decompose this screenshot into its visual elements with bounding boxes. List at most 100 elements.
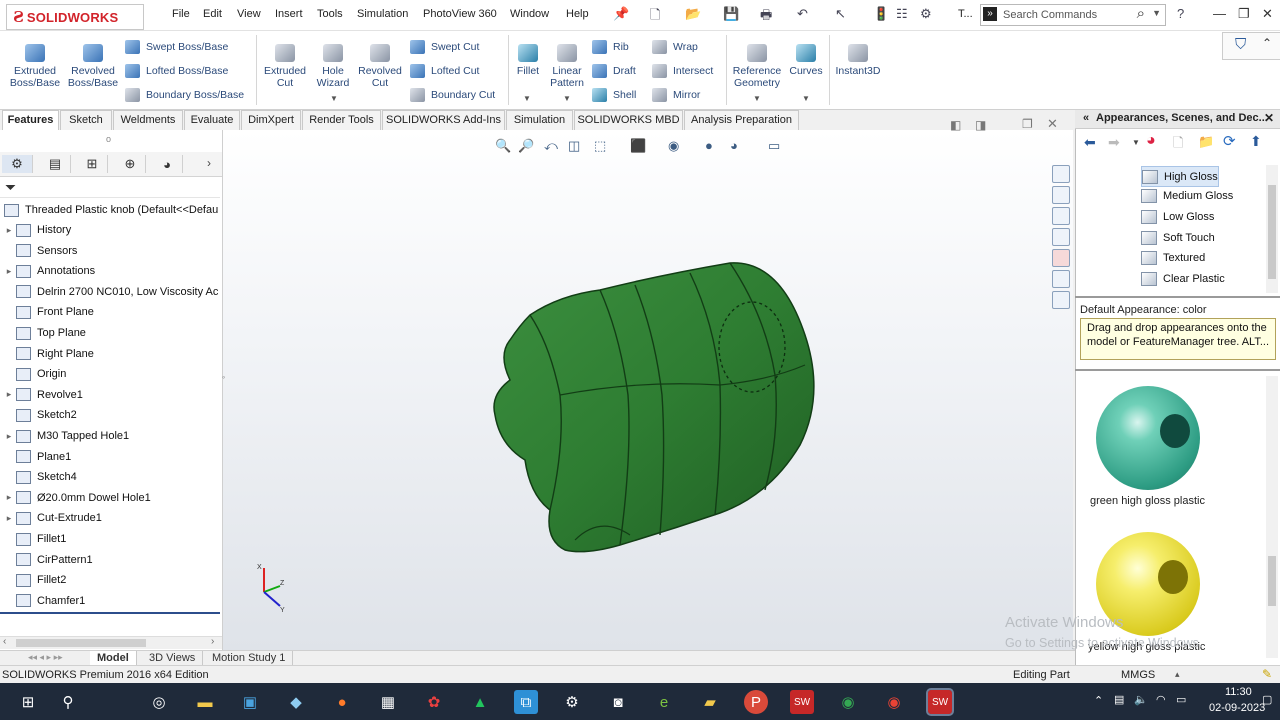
section-view-icon[interactable]: ◫	[568, 138, 580, 154]
forum-icon[interactable]	[1052, 291, 1070, 309]
tab-model[interactable]: Model	[90, 651, 137, 665]
configuration-manager-icon[interactable]: ⊞	[77, 155, 108, 173]
swatch-green-label[interactable]: green high gloss plastic	[1090, 495, 1205, 507]
menu-window[interactable]: Window	[510, 8, 549, 20]
appearances-icon[interactable]: ◕	[1146, 132, 1156, 150]
clock-date[interactable]: 02-09-2023	[1209, 702, 1265, 714]
tree-item[interactable]: Sketch2	[0, 405, 220, 425]
tree-root[interactable]: Threaded Plastic knob (Default<<Defau	[0, 200, 220, 220]
dimxpert-manager-icon[interactable]: ⊕	[115, 155, 146, 173]
volume-icon[interactable]: 🔈	[1134, 693, 1148, 706]
camera-icon[interactable]: ◙	[606, 690, 630, 714]
tab-evaluate[interactable]: Evaluate	[184, 110, 240, 130]
horizontal-scrollbar[interactable]: ‹ ›	[0, 636, 222, 649]
minimize-button[interactable]: —	[1213, 6, 1226, 21]
options-icon[interactable]: ⚙	[920, 6, 932, 24]
task-pane-collapse-icon[interactable]: «	[1083, 112, 1089, 124]
expand-arrow-icon[interactable]: ▸	[2, 492, 16, 503]
zoom-to-fit-icon[interactable]: 🔍	[495, 138, 511, 154]
curves-dropdown-icon[interactable]: ▼	[802, 94, 810, 103]
edge-icon[interactable]: e	[652, 690, 676, 714]
appearance-item[interactable]: Medium Gloss	[1141, 187, 1233, 206]
tree-item[interactable]: Sensors	[0, 241, 220, 261]
collapse-icon[interactable]: ⌃	[1262, 36, 1272, 50]
tree-item[interactable]: Chamfer1	[0, 591, 220, 611]
close-button[interactable]: ✕	[1262, 6, 1273, 22]
extruded-cut-button[interactable]: Extruded Cut	[260, 44, 310, 89]
revolved-cut-button[interactable]: Revolved Cut	[356, 44, 404, 89]
display-manager-icon[interactable]: ◕	[152, 155, 183, 173]
search-input[interactable]: Search Commands	[1003, 9, 1097, 21]
tab-3d-views[interactable]: 3D Views	[142, 651, 204, 665]
select-icon[interactable]: ↖	[835, 6, 846, 24]
tree-item[interactable]: Fillet1	[0, 529, 220, 549]
folder-taskbar-icon[interactable]: ▰	[698, 690, 722, 714]
tree-item[interactable]: Delrin 2700 NC010, Low Viscosity Ac	[0, 282, 220, 302]
boundary-cut-button[interactable]: Boundary Cut	[410, 87, 495, 103]
cortana-icon[interactable]: ◎	[147, 690, 171, 714]
menu-file[interactable]: File	[172, 8, 190, 20]
tree-item[interactable]: ▸ M30 Tapped Hole1	[0, 426, 220, 446]
wrap-button[interactable]: Wrap	[652, 39, 698, 55]
viewport-tile2-icon[interactable]: ◨	[975, 118, 986, 132]
view-settings-icon[interactable]: ▭	[768, 138, 780, 154]
dynamic-annotation-icon[interactable]: ⬚	[594, 138, 606, 154]
swatch-green-ball[interactable]	[1096, 386, 1200, 490]
back-icon[interactable]: ⬅	[1084, 134, 1096, 151]
tab-sketch[interactable]: Sketch	[60, 110, 112, 130]
hole-wizard-button[interactable]: Hole Wizard	[312, 44, 354, 89]
status-units[interactable]: MMGS	[1121, 669, 1155, 681]
mirror-button[interactable]: Mirror	[652, 87, 700, 103]
expand-arrow-icon[interactable]: ▸	[2, 431, 16, 442]
solidworks-logo[interactable]: Ƨ SOLIDWORKS	[6, 4, 144, 30]
refresh-icon[interactable]: ⟳	[1223, 132, 1236, 150]
tab-simulation[interactable]: Simulation	[506, 110, 573, 130]
tab-features[interactable]: Features	[2, 110, 59, 130]
tree-item[interactable]: ▸ Revolve1	[0, 385, 220, 405]
fillet-dropdown-icon[interactable]: ▼	[523, 94, 531, 103]
swept-cut-button[interactable]: Swept Cut	[410, 39, 479, 55]
zoom-area-icon[interactable]: 🔎	[518, 138, 534, 154]
menu-edit[interactable]: Edit	[203, 8, 222, 20]
pane-divider[interactable]	[1075, 296, 1280, 298]
tree-item[interactable]: CirPattern1	[0, 550, 220, 570]
print-icon[interactable]: 🖶	[760, 6, 772, 24]
previous-view-icon[interactable]: ⤺	[544, 138, 558, 154]
save-icon[interactable]: 💾	[723, 6, 739, 24]
up-icon[interactable]: ⬆	[1250, 133, 1262, 150]
reference-geometry-dropdown-icon[interactable]: ▼	[753, 94, 761, 103]
tab-dimxpert[interactable]: DimXpert	[241, 110, 301, 130]
triangle-app-icon[interactable]: ▲	[468, 690, 492, 714]
units-dropdown-icon[interactable]: ▴	[1175, 669, 1180, 680]
hide-show-icon[interactable]: ●	[705, 138, 713, 153]
tab-scroll-icon[interactable]: ◂◂ ◂ ▸ ▸▸	[28, 652, 63, 663]
solidworks-2016-icon[interactable]: SW	[790, 690, 814, 714]
tree-item[interactable]: ▸ Cut-Extrude1	[0, 508, 220, 528]
snipping-tool-icon[interactable]: ⧉	[514, 690, 538, 714]
photos-app-icon[interactable]: ◆	[284, 690, 308, 714]
appearance-list-scrollbar[interactable]	[1266, 165, 1278, 293]
viewport-close-icon[interactable]: ✕	[1047, 116, 1058, 132]
menu-photoview[interactable]: PhotoView 360	[423, 8, 497, 20]
tab-render-tools[interactable]: Render Tools	[302, 110, 381, 130]
lofted-cut-button[interactable]: Lofted Cut	[410, 63, 479, 79]
menu-simulation[interactable]: Simulation	[357, 8, 408, 20]
clock-time[interactable]: 11:30	[1225, 686, 1252, 698]
tooltip-toggle-icon[interactable]: ✎	[1262, 667, 1272, 681]
shell-button[interactable]: Shell	[592, 87, 636, 103]
fillet-button[interactable]: Fillet	[512, 44, 544, 77]
forward-icon[interactable]: ➡	[1108, 134, 1120, 151]
expand-arrow-icon[interactable]: ▸	[2, 266, 16, 277]
windows-start-icon[interactable]: ⊞	[16, 690, 40, 714]
hole-wizard-dropdown-icon[interactable]: ▼	[330, 94, 338, 103]
tab-analysis-preparation[interactable]: Analysis Preparation	[684, 110, 799, 130]
appearances-tab-icon[interactable]	[1052, 249, 1070, 267]
scrollbar-thumb[interactable]	[16, 639, 146, 647]
restore-button[interactable]: ❐	[1238, 6, 1250, 22]
edit-appearance-icon[interactable]: ◕	[730, 138, 738, 153]
firefox-icon[interactable]: ●	[330, 690, 354, 714]
tray-chevron-icon[interactable]: ⌃	[1094, 694, 1103, 707]
notifications-icon[interactable]: ▢	[1262, 693, 1272, 706]
boundary-boss-button[interactable]: Boundary Boss/Base	[125, 87, 244, 103]
menu-insert[interactable]: Insert	[275, 8, 303, 20]
